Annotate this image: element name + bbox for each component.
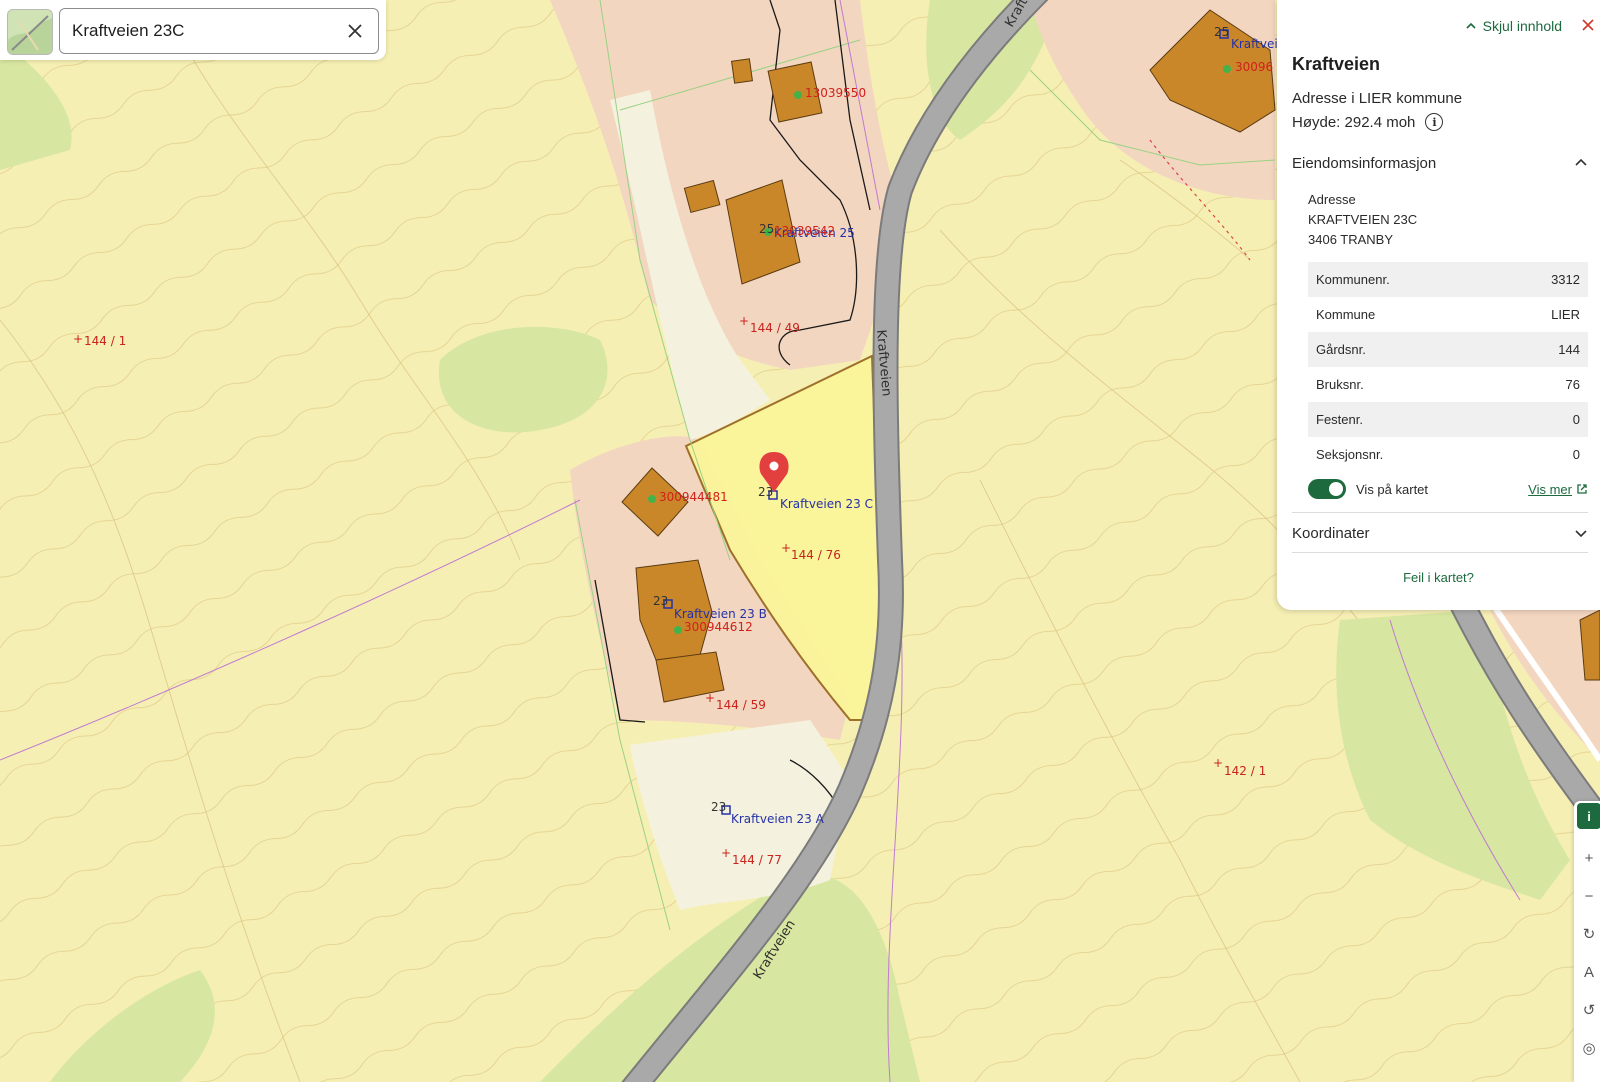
row-value: 76: [1565, 377, 1580, 392]
show-more-link[interactable]: Vis mer: [1528, 482, 1588, 497]
parcel-marker: +: [781, 541, 791, 555]
parcel-marker: +: [705, 691, 715, 705]
search-text: Kraftveien 23C: [72, 21, 185, 40]
show-on-map-row: Vis på kartet Vis mer: [1308, 477, 1588, 501]
close-icon[interactable]: [344, 20, 366, 42]
address-heading: Adresse: [1308, 192, 1356, 207]
address-line1: KRAFTVEIEN 23C: [1308, 212, 1418, 227]
map-thumbnail-icon[interactable]: [7, 9, 53, 55]
reset-rotation-icon[interactable]: ↺: [1578, 999, 1600, 1021]
report-error-link[interactable]: Feil i kartet?: [1277, 570, 1600, 585]
zoom-in-icon[interactable]: +: [1578, 847, 1600, 869]
address-label-23a: Kraftveien 23 A: [731, 812, 825, 826]
divider: [1292, 552, 1588, 553]
house-number: 23: [653, 594, 668, 608]
address-label-23b: Kraftveien 23 B: [674, 607, 767, 621]
address-block: Adresse KRAFTVEIEN 23C 3406 TRANBY: [1308, 190, 1417, 250]
height-label: Høyde: 292.4 moh: [1292, 113, 1416, 131]
search-bar: Kraftveien 23C: [0, 0, 386, 60]
row-value: 0: [1572, 412, 1580, 427]
chevron-up-icon: [1466, 22, 1476, 29]
section-coords-label: Koordinater: [1292, 524, 1370, 542]
zoom-out-icon[interactable]: −: [1578, 885, 1600, 907]
row-label: Bruksnr.: [1316, 377, 1364, 392]
show-on-map-label: Vis på kartet: [1356, 481, 1429, 497]
house-number: 25: [1214, 25, 1229, 39]
north-icon[interactable]: A: [1578, 961, 1600, 983]
parcel-marker: +: [1213, 756, 1223, 770]
building-id-label: 300944481: [659, 490, 728, 504]
map-toolbar: i + − ↻ A ↺ ◎: [1574, 801, 1600, 1082]
hide-content-label: Skjul innhold: [1482, 18, 1562, 34]
address-label-23c: Kraftveien 23 C: [780, 497, 873, 511]
parcel-label-144-76: 144 / 76: [791, 548, 841, 562]
search-input[interactable]: Kraftveien 23C: [59, 8, 379, 54]
row-label: Kommune: [1316, 307, 1376, 322]
building-id-label: 30096: [1235, 60, 1273, 74]
section-property-label: Eiendomsinformasjon: [1292, 154, 1437, 172]
divider: [1292, 512, 1588, 513]
building-id-label: 13039550: [805, 86, 866, 100]
close-icon: [1582, 19, 1594, 31]
parcel-label-144-77: 144 / 77: [732, 853, 782, 867]
info-icon[interactable]: i: [1577, 803, 1600, 829]
parcel-label-144-1: 144 / 1: [84, 334, 126, 348]
show-on-map-toggle[interactable]: [1308, 479, 1346, 499]
building-id-label: 300944612: [684, 620, 753, 634]
row-label: Kommunenr.: [1316, 272, 1390, 287]
parcel-label-144-59: 144 / 59: [716, 698, 766, 712]
house-number: 25: [759, 222, 774, 236]
locate-icon[interactable]: ◎: [1578, 1037, 1600, 1059]
show-more-label: Vis mer: [1528, 481, 1572, 497]
table-row: Kommune LIER: [1308, 297, 1588, 332]
row-value: LIER: [1551, 307, 1580, 322]
house-number: 23: [711, 800, 726, 814]
chevron-down-icon: [1575, 530, 1587, 538]
info-icon[interactable]: i: [1425, 113, 1444, 131]
parcel-marker: +: [721, 846, 731, 860]
table-row: Seksjonsnr. 0: [1308, 437, 1588, 472]
chevron-up-icon: [1575, 158, 1587, 166]
height-info: Høyde: 292.4 moh i: [1292, 113, 1444, 131]
section-property-header[interactable]: Eiendomsinformasjon: [1292, 152, 1588, 174]
table-row: Kommunenr. 3312: [1308, 262, 1588, 297]
row-label: Gårdsnr.: [1316, 342, 1366, 357]
row-value: 0: [1572, 447, 1580, 462]
panel-header: Skjul innhold: [1277, 18, 1600, 38]
info-panel: Skjul innhold Kraftveien Adresse i LIER …: [1277, 0, 1600, 610]
hide-content-button[interactable]: Skjul innhold: [1465, 18, 1562, 34]
rotate-icon[interactable]: ↻: [1578, 923, 1600, 945]
row-value: 3312: [1551, 272, 1580, 287]
parcel-label-144-49: 144 / 49: [750, 321, 800, 335]
parcel-label-142-1: 142 / 1: [1224, 764, 1266, 778]
section-coords-header[interactable]: Koordinater: [1292, 522, 1588, 544]
parcel-marker: +: [739, 314, 749, 328]
table-row: Bruksnr. 76: [1308, 367, 1588, 402]
address-line2: 3406 TRANBY: [1308, 232, 1394, 247]
row-label: Seksjonsnr.: [1316, 447, 1384, 462]
table-row: Gårdsnr. 144: [1308, 332, 1588, 367]
panel-title: Kraftveien: [1292, 54, 1381, 74]
close-panel-button[interactable]: [1582, 18, 1594, 36]
row-label: Festenr.: [1316, 412, 1363, 427]
panel-subtitle: Adresse i LIER kommune: [1292, 90, 1463, 107]
property-table: Kommunenr. 3312 Kommune LIER Gårdsnr. 14…: [1308, 262, 1588, 472]
building-id-label: 13039542: [774, 224, 835, 238]
parcel-marker: +: [73, 332, 83, 346]
table-row: Festenr. 0: [1308, 402, 1588, 437]
external-link-icon: [1577, 484, 1587, 494]
row-value: 144: [1558, 342, 1580, 357]
